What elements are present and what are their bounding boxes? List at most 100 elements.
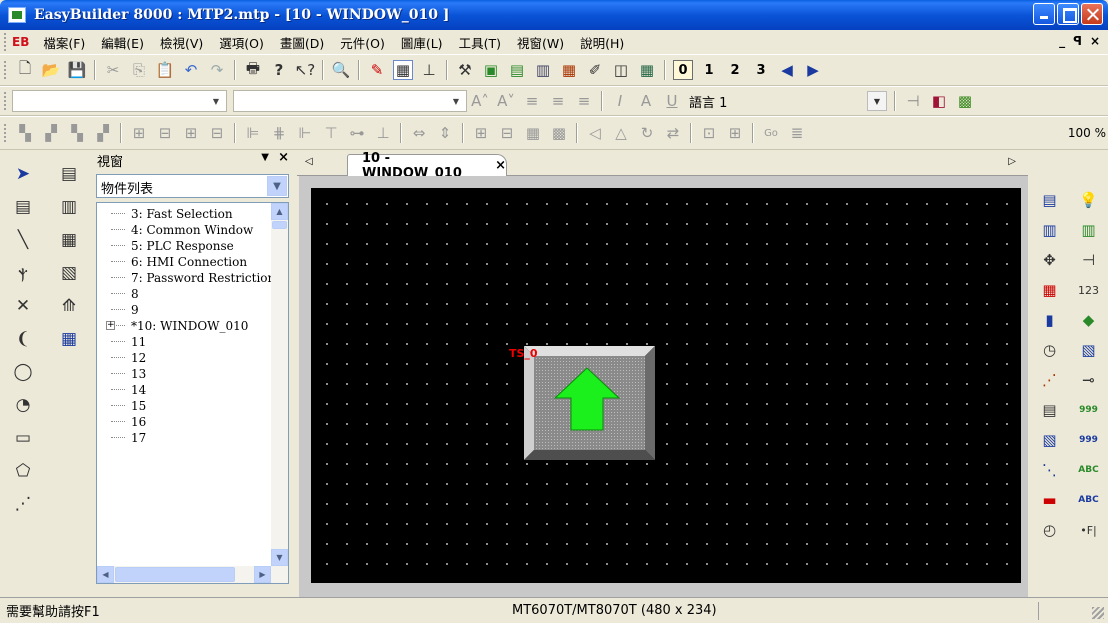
menu-help[interactable]: 說明(H) [572,33,632,52]
word-lamp-icon[interactable]: ▥ [1040,220,1060,240]
font-color-icon[interactable]: A [636,91,656,111]
merge-icon[interactable]: ⊞ [181,123,201,143]
library-icon[interactable]: ⊣ [903,91,923,111]
minimize-button[interactable] [1033,3,1055,25]
scroll-up-icon[interactable]: ▲ [271,203,288,220]
polyline-icon[interactable]: ⲯ [13,263,33,283]
book-icon[interactable]: ◧ [929,91,949,111]
align-left-icon[interactable]: ≡ [522,91,542,111]
grid-icon[interactable]: ▦ [393,60,413,80]
numeric-input-icon[interactable]: ▤ [1040,190,1060,210]
tree-item[interactable]: 16 [97,414,288,430]
scroll-thumb[interactable] [115,567,235,582]
size-combo[interactable]: ▼ [233,90,467,112]
align-center-obj-icon[interactable]: ⋕ [269,123,289,143]
tree-item[interactable]: 15 [97,398,288,414]
menu-window[interactable]: 視窗(W) [509,33,572,52]
tab-scroll-right-icon[interactable]: ▷ [1008,156,1016,167]
same-width-icon[interactable]: ⇔ [409,123,429,143]
zoom-level[interactable]: 100 % [1068,126,1106,140]
copy-icon[interactable]: ⎘ [129,60,149,80]
snap-grid-icon[interactable]: ⊞ [725,123,745,143]
tools-icon[interactable]: ⚒ [455,60,475,80]
menu-library[interactable]: 圖庫(L) [393,33,451,52]
toolbar-grip[interactable] [4,124,8,142]
layer-0-button[interactable]: 0 [673,60,693,80]
rotate-icon[interactable]: ↻ [637,123,657,143]
tree-item[interactable]: 9 [97,302,288,318]
toolbar-grip[interactable] [4,92,8,110]
history-table-icon[interactable]: ▤ [1040,400,1060,420]
mirror-icon[interactable]: ⇄ [663,123,683,143]
help-icon[interactable]: ? [269,60,289,80]
edit-icon[interactable]: ✐ [585,60,605,80]
meter-icon[interactable]: ◷ [1040,340,1060,360]
library-obj-icon[interactable]: ⟰ [59,296,79,316]
align-bottom-obj-icon[interactable]: ⊥ [373,123,393,143]
window-icon[interactable]: ◫ [611,60,631,80]
forward-icon[interactable]: ▚ [67,123,87,143]
redo-icon[interactable]: ↷ [207,60,227,80]
align-top-obj-icon[interactable]: ⊤ [321,123,341,143]
resize-grip[interactable] [1092,607,1104,619]
underline-icon[interactable]: U [662,91,682,111]
tab-close-icon[interactable]: × [495,158,506,173]
ascii-input-icon[interactable]: ABC [1078,490,1098,510]
send-back-icon[interactable]: ▞ [41,123,61,143]
toggle-switch-object[interactable] [524,346,655,460]
lines-icon[interactable]: ≣ [787,123,807,143]
goto-icon[interactable]: Go [761,123,781,143]
context-help-icon[interactable]: ↖? [295,60,316,80]
select-arrow-icon[interactable]: ➤ [13,164,33,184]
same-height-icon[interactable]: ⇕ [435,123,455,143]
numeric-999-icon[interactable]: 999 [1079,400,1099,420]
tree-item[interactable]: 6: HMI Connection [97,254,288,270]
tab-scroll-left-icon[interactable]: ◁ [305,156,313,167]
align-middle-obj-icon[interactable]: ⊶ [347,123,367,143]
state-switch-icon[interactable]: ▥ [1079,220,1099,240]
scroll-right-icon[interactable]: ▶ [254,566,271,583]
tag-icon[interactable]: ▧ [59,263,79,283]
undo-icon[interactable]: ↶ [181,60,201,80]
menu-view[interactable]: 檢視(V) [152,33,211,52]
menu-edit[interactable]: 編輯(E) [93,33,152,52]
ascii-display-icon[interactable]: ABC [1078,460,1098,480]
move-icon[interactable]: ✥ [1040,250,1060,270]
pack-icon[interactable]: ▩ [549,123,569,143]
tree-item[interactable]: 7: Password Restriction [97,270,288,286]
mdi-minimize-button[interactable]: _ [1059,34,1065,48]
scale-icon[interactable]: ⋰ [13,494,33,514]
scroll-thumb[interactable] [272,221,287,229]
align-left-obj-icon[interactable]: ⊫ [243,123,263,143]
menu-tools[interactable]: 工具(T) [451,33,509,52]
tree-vertical-scrollbar[interactable]: ▲ ▼ [271,203,288,566]
layer-3-button[interactable]: 3 [751,60,771,80]
expand-icon[interactable]: + [106,321,115,330]
layer-2-button[interactable]: 2 [725,60,745,80]
menu-file[interactable]: 檔案(F) [35,33,93,52]
next-icon[interactable]: ▶ [803,60,823,80]
line-icon[interactable]: ╲ [13,230,33,250]
table-icon[interactable]: ▦ [637,60,657,80]
tree-horizontal-scrollbar[interactable]: ◀ ▶ [97,566,288,583]
align-center-icon[interactable]: ≡ [548,91,568,111]
layer-1-button[interactable]: 1 [699,60,719,80]
chevron-down-icon[interactable]: ▼ [867,91,887,111]
open-icon[interactable]: 📂 [41,60,61,80]
tree-item[interactable]: 8 [97,286,288,302]
align-icon[interactable]: ⊥ [419,60,439,80]
numeric-999-b-icon[interactable]: 999 [1079,430,1099,450]
system-icon[interactable]: ▥ [59,197,79,217]
image-library-icon[interactable]: ▩ [955,91,975,111]
compile-icon[interactable]: ▣ [481,60,501,80]
trend-icon[interactable]: ⋰ [1040,370,1060,390]
bar-graph-icon[interactable]: ▮ [1040,310,1060,330]
v-space-icon[interactable]: ⊟ [497,123,517,143]
window-list-icon[interactable]: ▤ [59,164,79,184]
hmi-canvas[interactable]: TS_0 [311,188,1021,583]
tree-item[interactable]: 12 [97,350,288,366]
lamp-icon[interactable]: 💡 [1079,190,1099,210]
arc-icon[interactable]: ❨ [13,329,33,349]
pie-icon[interactable]: ◔ [13,395,33,415]
online-sim-icon[interactable]: ▥ [533,60,553,80]
